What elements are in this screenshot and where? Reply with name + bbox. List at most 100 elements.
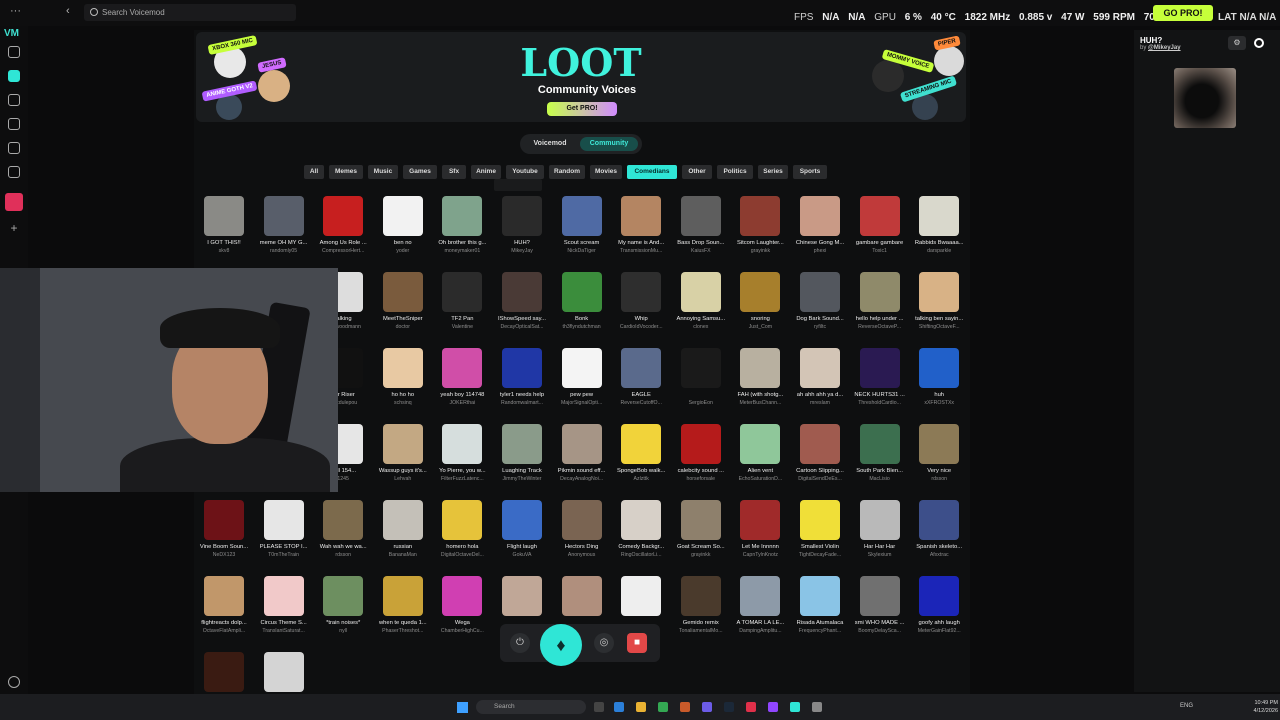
sound-tile[interactable]: calebcity sound ... horseforsale [675,424,727,494]
menu-icon[interactable]: ··· [10,5,21,17]
sound-tile[interactable]: ah ahh ahh ya d... mreslam [794,348,846,418]
sound-tile[interactable]: Dog Bark Sound... ryfiltc [794,272,846,342]
category-tab[interactable]: Memes [329,165,363,179]
tab-community[interactable]: Community [580,137,638,151]
record-icon[interactable] [1254,38,1264,48]
sound-tile[interactable]: Bass Drop Soun... KaiusFX [675,196,727,266]
sound-tile[interactable]: SergioEon [675,348,727,418]
sound-tile[interactable]: Risada Atumalaca FrequencyPhant... [794,576,846,646]
category-tab[interactable]: Sfx [442,165,466,179]
category-tab[interactable]: Other [682,165,712,179]
category-tab[interactable]: All [304,165,324,179]
sound-tile[interactable]: talking ben sayin... ShiftingOctaveF... [913,272,965,342]
sound-tile[interactable]: Let Me Innnnn CapnTylnKnotz [734,500,786,570]
soundboard-icon[interactable] [8,70,20,82]
sound-tile[interactable]: ben no yoder [377,196,429,266]
sound-tile[interactable]: Wega ChamberHighCu... [436,576,488,646]
sound-tile[interactable]: Pikmin sound eff... DecayAnalogNoi... [556,424,608,494]
sound-tile[interactable]: Hectors Ding Anonymous [556,500,608,570]
sound-tile[interactable]: yeah boy 114748 JOKERthai [436,348,488,418]
sound-tile[interactable]: Sitcom Laughter... grayinkk [734,196,786,266]
taskview-icon[interactable] [594,702,604,712]
voice-changer-button[interactable]: ♦ [540,624,582,666]
sound-tile[interactable]: Wassup guys it's... Lehvah [377,424,429,494]
sound-tile[interactable]: FAH (with shotg... MeterBusChann... [734,348,786,418]
category-tab[interactable]: Movies [590,165,622,179]
sound-tile[interactable]: My name is And... TransmissionMu... [615,196,667,266]
sound-tile[interactable]: Scout scream NickDaTiger [556,196,608,266]
app-icon[interactable] [680,702,690,712]
game-icon[interactable] [5,193,23,211]
sound-tile[interactable]: A TOMAR LA LE... DampingAmplitu... [734,576,786,646]
sound-tile[interactable]: tyler1 needs help Randomwalmart... [496,348,548,418]
sound-tile[interactable]: when te queda 1... PhaserThreshot... [377,576,429,646]
category-tab[interactable]: Games [403,165,437,179]
sound-tile[interactable]: South Park Blen... MacLisio [854,424,906,494]
sound-tile[interactable]: goofy ahh laugh MeterGainFlat92... [913,576,965,646]
sound-tile[interactable]: meme OH MY G... randomly05 [258,196,310,266]
sound-tile[interactable]: Gemido remix TonaliamentalMo... [675,576,727,646]
sound-tile[interactable]: MeetTheSniper doctor [377,272,429,342]
sound-tile[interactable]: pew pew MajorSignalOpti... [556,348,608,418]
category-tab[interactable]: Youtube [506,165,544,179]
sound-tile[interactable]: I GOT THIS!! skv8 [198,196,250,266]
sound-tile[interactable]: IShowSpeed say... DecayOpticalSat... [496,272,548,342]
category-tab[interactable]: Series [758,165,788,179]
hear-myself-icon[interactable]: ◎ [594,633,614,653]
sound-tile[interactable]: Chinese Gong M... phexi [794,196,846,266]
sound-tile[interactable]: Alien vent EchoSaturationD... [734,424,786,494]
get-pro-button[interactable]: Get PRO! [547,102,617,116]
settings-taskbar-icon[interactable] [812,702,822,712]
voicebox-icon[interactable] [8,46,20,58]
taskbar-search[interactable]: Search [476,700,586,714]
sound-tile[interactable]: *train noises* nyll [317,576,369,646]
sound-tile[interactable]: Smallest Violin TightDecayFade... [794,500,846,570]
explorer-icon[interactable] [636,702,646,712]
sound-tile[interactable]: ho ho ho schsinq [377,348,429,418]
category-tab[interactable]: Comedians [627,165,677,179]
sound-tile[interactable]: flightreacts dolp... OctaveFlatAmpli... [198,576,250,646]
sound-tile[interactable]: Goat Scream So... grayinkk [675,500,727,570]
sound-tile[interactable]: Very nice rdsson [913,424,965,494]
sound-tile[interactable]: homero hola DigitalOctaveDel... [436,500,488,570]
language-indicator[interactable]: ENG [1180,703,1193,709]
sound-tile[interactable]: Bonk th3flyndutchman [556,272,608,342]
sound-tile[interactable]: smi WHO MADE ... BoomyDelaySca... [854,576,906,646]
sound-tile[interactable]: SpongeBob walk... Azlzttk [615,424,667,494]
category-tab[interactable]: Sports [793,165,827,179]
voicemod-taskbar-icon[interactable] [790,702,800,712]
sound-tile[interactable]: hello help under ... ReverseOctaveP... [854,272,906,342]
sound-tile[interactable]: Vine Boom Soun... NeDX123 [198,500,250,570]
sound-tile[interactable]: Flight laugh GokuVA [496,500,548,570]
category-tab[interactable]: Politics [717,165,753,179]
sound-tile[interactable]: Whip CardioIdVocoder... [615,272,667,342]
category-tab[interactable]: Anime [471,165,501,179]
sound-mini-toolbar[interactable] [494,179,542,191]
category-tab[interactable]: Music [368,165,398,179]
windows-start-icon[interactable] [457,702,468,713]
sliders-icon[interactable]: ⚙ [1228,36,1246,50]
sound-tile[interactable]: Har Har Har Skylexium [854,500,906,570]
sound-tile[interactable]: Yo Pierre, you w... FilterFuzzLatenc... [436,424,488,494]
sound-tile[interactable]: Luaghing Track JimmyTheWinter [496,424,548,494]
sound-tile[interactable]: Spanish skeleto... Afxxtrac [913,500,965,570]
sound-tile[interactable]: Oh brother this g... moneymaker01 [436,196,488,266]
edge-icon[interactable] [614,702,624,712]
tab-voicemod[interactable]: Voicemod [524,137,576,151]
sound-tile[interactable]: NECK HURTS31 ... ThresholdCardio... [854,348,906,418]
sound-tile[interactable]: Rabbids Bwaaaa... darsparkle [913,196,965,266]
power-icon[interactable]: ⏻ [510,633,530,653]
twitch-icon[interactable] [768,702,778,712]
apps-icon[interactable] [8,94,20,106]
category-tab[interactable]: Random [549,165,585,179]
stop-sounds-button[interactable]: ■ [627,633,647,653]
sound-tile[interactable]: gambare gambare Toxic1 [854,196,906,266]
sound-tile[interactable]: Wah wah we wa... rdsson [317,500,369,570]
sound-tile[interactable]: TF2 Pan Valentine [436,272,488,342]
sound-tile[interactable]: Cartoon Slipping... DigitalSendDeEs... [794,424,846,494]
sound-tile[interactable]: huh xXFROSTXx [913,348,965,418]
steam-icon[interactable] [724,702,734,712]
sound-tile[interactable]: HUH? MikeyJay [496,196,548,266]
settings-icon[interactable] [8,166,20,178]
clock[interactable]: 10:49 PM 4/12/2026 [1228,699,1278,715]
